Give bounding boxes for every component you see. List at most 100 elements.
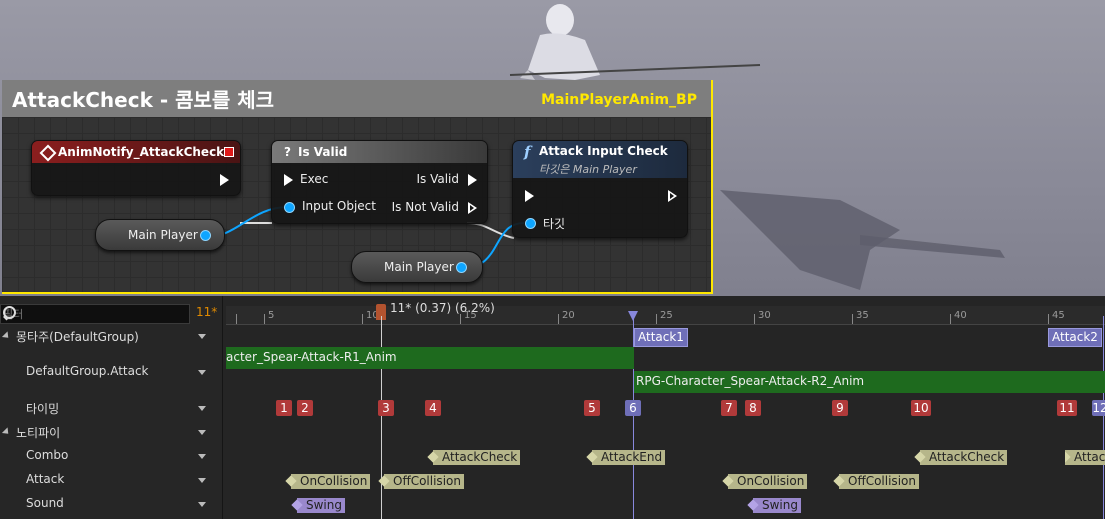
ruler-tick [1048,314,1049,324]
comment-header[interactable]: AttackCheck - 콤보를 체크 MainPlayerAnim_BP [2,80,711,117]
track-row-montage[interactable]: 몽타주(DefaultGroup) [0,328,222,348]
notify-swing[interactable]: Swing [297,498,345,513]
exec-in-pin[interactable] [284,174,293,186]
notify-attackend[interactable]: AttackEnd [592,450,666,465]
notify-oncollision[interactable]: OnCollision [291,474,371,489]
ruler-label: 40 [954,310,967,321]
attack-input-check-title: Attack Input Check [539,144,668,158]
notify-attackcheck[interactable]: AttackCheck [433,450,521,465]
attack-input-check-node[interactable]: f Attack Input Check 타깃은 Main Player 타깃 [512,140,688,238]
ruler-tick [236,314,237,324]
filter-input[interactable]: 필터 [0,304,190,324]
notify-attackcheck-partial[interactable]: Attac [1065,450,1105,465]
track-row-timing[interactable]: 타이밍 [0,400,222,420]
track-label: Combo [26,448,69,462]
ruler-tick [852,314,853,324]
ruler-tick [558,314,559,324]
notify-oncollision[interactable]: OnCollision [728,474,808,489]
track-label: 노티파이 [16,426,61,440]
frame-indicator: 11* [196,305,218,319]
timing-marker[interactable]: 9 [832,400,848,416]
delegate-pin[interactable] [224,147,234,157]
section-attack1[interactable]: Attack1 [634,328,688,347]
is-not-valid-label: Is Not Valid [391,200,459,214]
ruler-label: 5 [268,310,275,321]
anim-segment[interactable]: RPG-Character_Spear-Attack-R2_Anim [634,371,1105,393]
track-row-attack[interactable]: Attack [0,472,222,492]
chevron-down-icon[interactable] [198,478,206,483]
target-pin[interactable] [525,218,536,229]
timing-marker[interactable]: 7 [721,400,737,416]
exec-out-pin[interactable] [220,174,229,186]
ruler-tick [754,314,755,324]
timing-marker[interactable]: 12 [1092,400,1105,416]
notify-attackcheck[interactable]: AttackCheck [920,450,1008,465]
ruler-label: 25 [660,310,673,321]
timing-marker[interactable]: 2 [297,400,313,416]
main-player-label: Main Player [128,228,198,242]
exec-in-pin[interactable] [525,190,534,202]
track-area[interactable]: 5 10 15 20 25 30 35 40 45 11* (0.37) (6.… [226,296,1105,519]
ruler-label: 20 [562,310,575,321]
timing-marker[interactable]: 1 [276,400,292,416]
notify-swing[interactable]: Swing [753,498,801,513]
notify-offcollision[interactable]: OffCollision [384,474,464,489]
anim-notify-node[interactable]: AnimNotify_AttackCheck [31,140,241,196]
timing-marker[interactable]: 8 [745,400,761,416]
timing-marker[interactable]: 5 [584,400,600,416]
exec-out-pin-hole [670,193,674,199]
notify-offcollision[interactable]: OffCollision [839,474,919,489]
track-row-combo[interactable]: Combo [0,448,222,468]
is-valid-exec-out-pin[interactable] [468,174,477,186]
question-icon: ? [284,145,291,159]
chevron-down-icon[interactable] [198,370,206,375]
is-not-valid-pin-hole [470,205,474,211]
track-row-defaultgroup-attack[interactable]: DefaultGroup.Attack [0,364,222,384]
anim-segment[interactable]: acter_Spear-Attack-R1_Anim [226,347,634,369]
expand-arrow-icon[interactable] [1,427,12,437]
event-diamond-icon [39,144,57,162]
ruler-tick [656,314,657,324]
function-icon: f [524,143,531,161]
timing-marker[interactable]: 3 [378,400,394,416]
main-player-variable[interactable]: Main Player [95,219,225,251]
ruler-label: 45 [1052,310,1065,321]
main-player-label: Main Player [384,260,454,274]
timing-marker[interactable]: 4 [425,400,441,416]
is-valid-title: Is Valid [298,145,348,159]
graph-canvas[interactable]: AnimNotify_AttackCheck ? Is Valid Exec I… [2,117,711,292]
timing-marker[interactable]: 11 [1057,400,1077,416]
chevron-down-icon[interactable] [198,502,206,507]
expand-arrow-icon[interactable] [1,331,12,341]
comment-box[interactable]: AttackCheck - 콤보를 체크 MainPlayerAnim_BP A… [2,80,713,294]
ruler-tick [950,314,951,324]
track-row-notifies[interactable]: 노티파이 [0,424,222,444]
track-row-sound[interactable]: Sound [0,496,222,516]
comment-title: AttackCheck - 콤보를 체크 [12,88,275,112]
main-player-variable[interactable]: Main Player [351,251,483,283]
time-ruler[interactable]: 5 10 15 20 25 30 35 40 45 [226,306,1105,325]
attack-input-check-subtitle: 타깃은 Main Player [539,163,637,176]
section-attack2[interactable]: Attack2 [1048,328,1102,347]
track-label: 몽타주(DefaultGroup) [16,330,139,344]
timing-marker[interactable]: 6 [625,400,641,416]
scrub-readout: 11* (0.37) (6.2%) [390,301,495,315]
chevron-down-icon[interactable] [198,430,206,435]
montage-timeline[interactable]: 필터 11* 몽타주(DefaultGroup) DefaultGroup.At… [0,296,1105,519]
chevron-down-icon[interactable] [198,334,206,339]
is-valid-header: ? Is Valid [272,141,487,163]
track-label: Sound [26,496,64,510]
track-label: DefaultGroup.Attack [26,364,149,378]
section-line [1103,316,1104,519]
ruler-label: 35 [856,310,869,321]
track-label: 타이밍 [26,402,60,416]
input-object-pin[interactable] [284,202,295,213]
chevron-down-icon[interactable] [198,406,206,411]
blueprint-class-name: MainPlayerAnim_BP [541,92,697,108]
main-player-out-pin[interactable] [200,230,211,241]
main-player-out-pin[interactable] [456,262,467,273]
input-object-label: Input Object [302,199,376,213]
timing-marker[interactable]: 10 [911,400,931,416]
is-valid-node[interactable]: ? Is Valid Exec Input Object Is Valid Is… [271,140,488,224]
chevron-down-icon[interactable] [198,454,206,459]
